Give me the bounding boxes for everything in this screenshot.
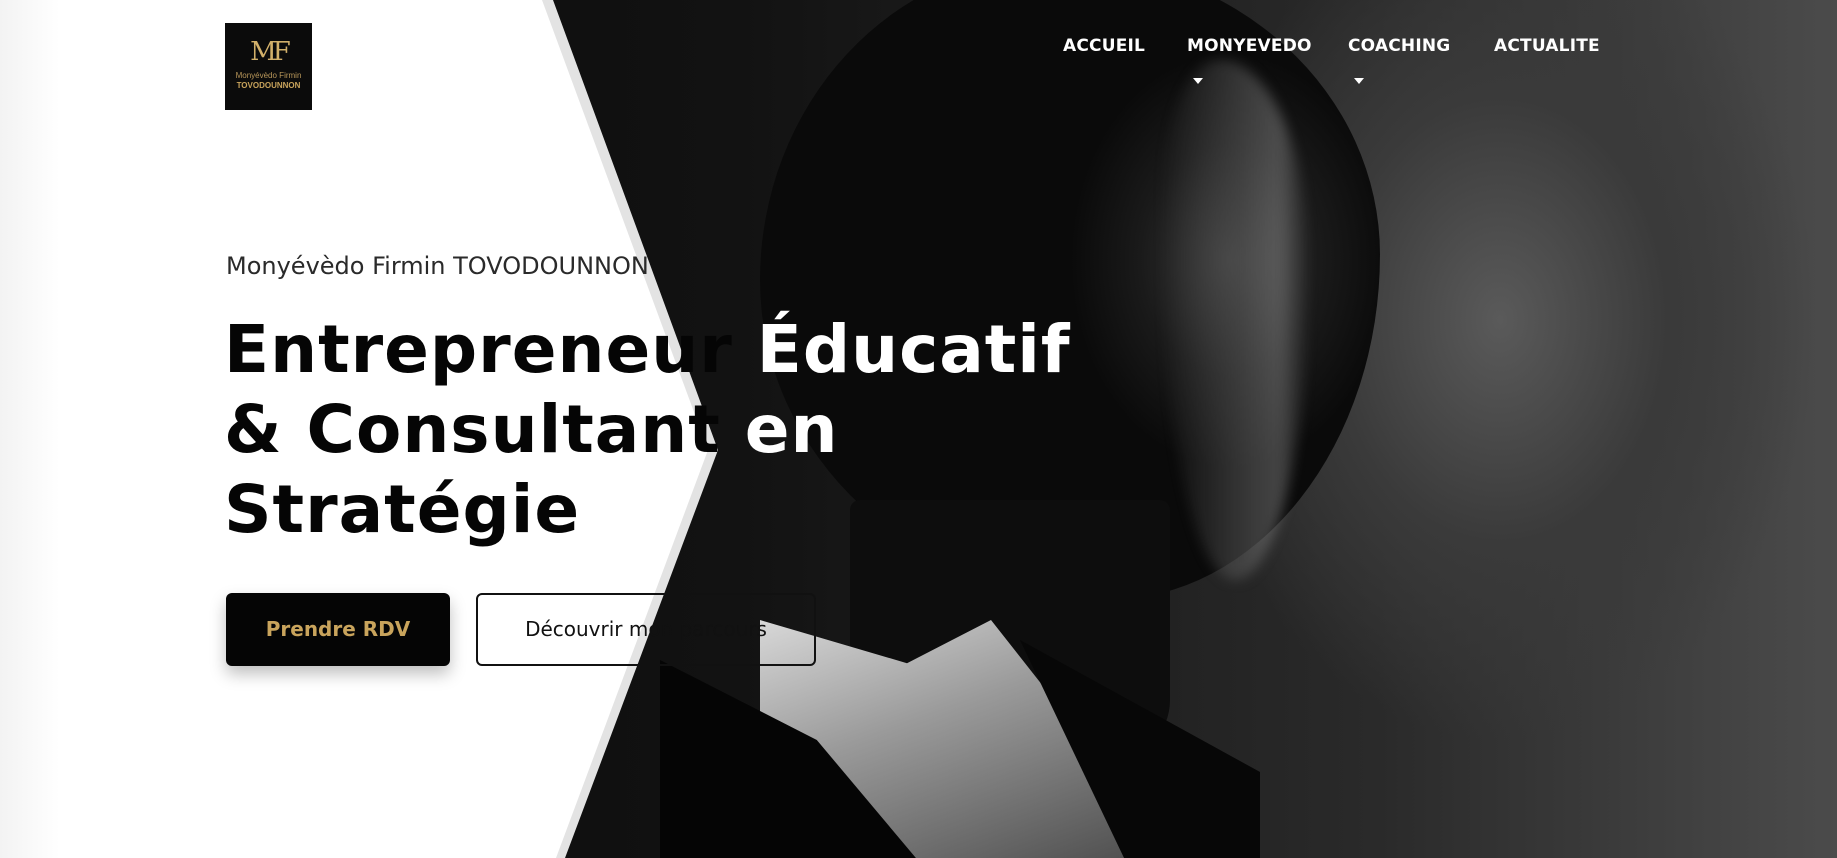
main-nav: ACCUEIL MONYEVEDO COACHING ACTUALITE: [0, 36, 1837, 96]
nav-item-monyevedo[interactable]: MONYEVEDO: [1187, 36, 1312, 56]
hero-headline: Entrepreneur Éducatif & Consultant en St…: [224, 310, 1071, 550]
headline-line-1: Entrepreneur Éducatif: [224, 310, 1071, 390]
left-panel-shade: [0, 0, 60, 858]
chevron-down-icon[interactable]: [1354, 78, 1364, 84]
headline-text: Entrepreneur: [224, 311, 757, 388]
book-appointment-button[interactable]: Prendre RDV: [226, 593, 450, 666]
headline-line-3: Stratégie: [224, 470, 1071, 550]
hero-section: MF Monyévèdo Firmin TOVODOUNNON ACCUEIL …: [0, 0, 1837, 858]
hero-subtitle: Monyévèdo Firmin TOVODOUNNON: [226, 252, 649, 280]
headline-text-light: en: [744, 391, 839, 468]
headline-text-light: Éducatif: [756, 311, 1071, 388]
nav-item-actualite[interactable]: ACTUALITE: [1494, 36, 1600, 56]
headline-line-2: & Consultant en: [224, 390, 1071, 470]
headline-text: & Consultant: [224, 391, 745, 468]
nav-item-accueil[interactable]: ACCUEIL: [1063, 36, 1145, 56]
chevron-down-icon[interactable]: [1193, 78, 1203, 84]
nav-item-coaching[interactable]: COACHING: [1348, 36, 1450, 56]
discover-journey-button[interactable]: Découvrir mon parcours: [476, 593, 816, 666]
headline-text: Stratégie: [224, 471, 581, 548]
